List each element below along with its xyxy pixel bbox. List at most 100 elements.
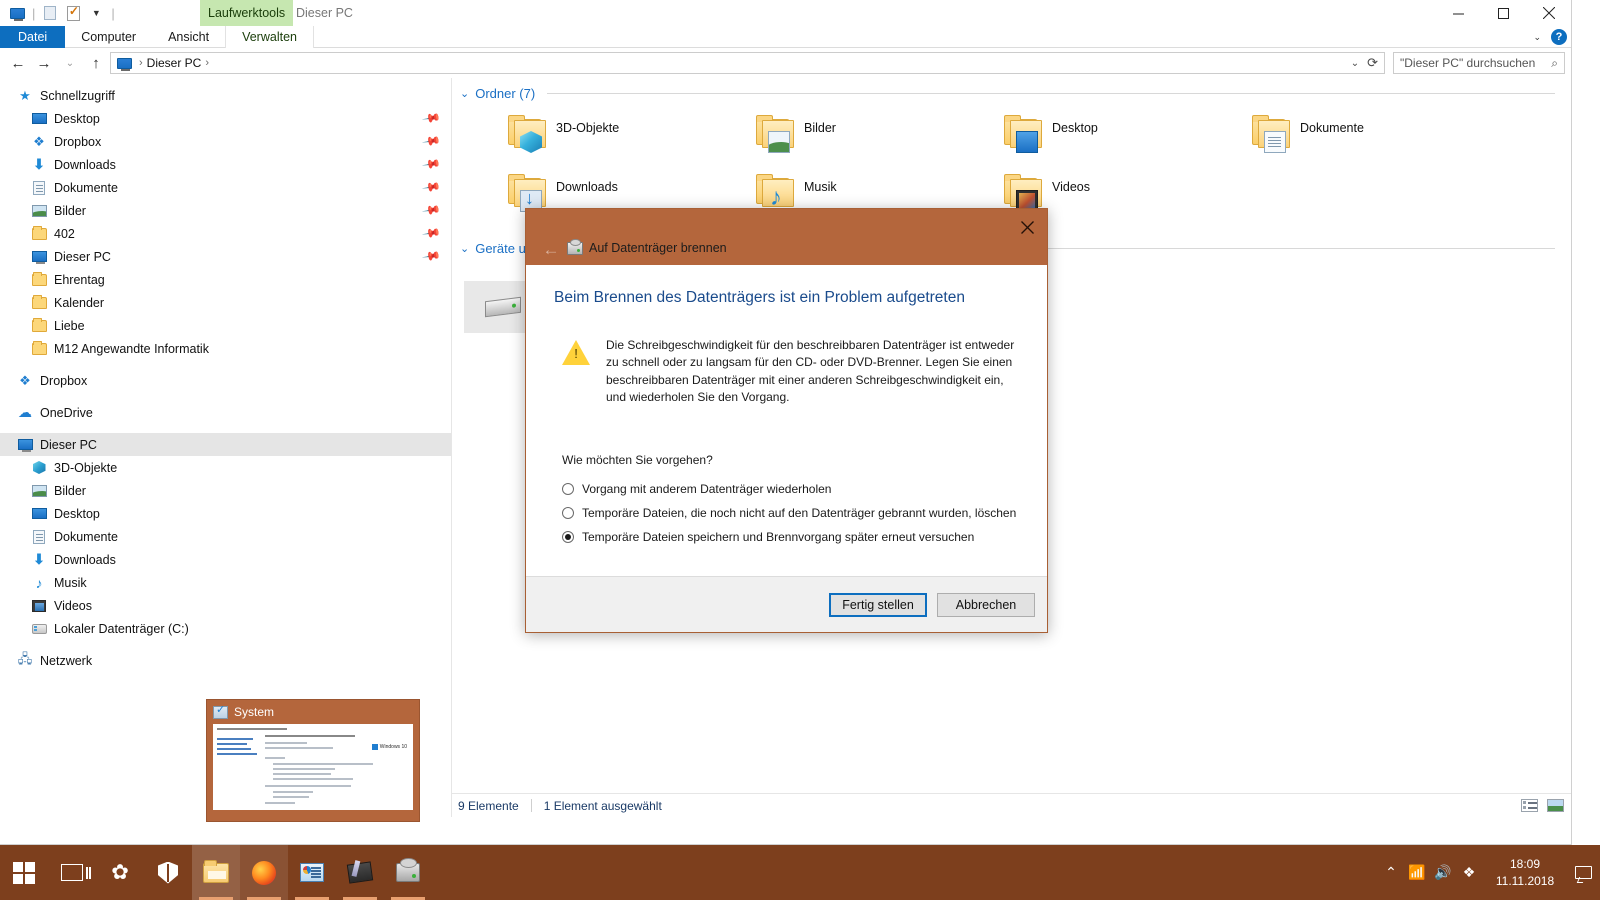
sidebar-item-kalender[interactable]: Kalender xyxy=(0,291,451,314)
dropbox-icon[interactable]: ❖ xyxy=(1456,845,1482,900)
pin-icon[interactable]: 📌 xyxy=(421,223,441,243)
sidebar-item-3d-objekte[interactable]: 3D-Objekte xyxy=(0,456,451,479)
sidebar-item-402[interactable]: 402 📌 xyxy=(0,222,451,245)
clock[interactable]: 18:09 11.11.2018 xyxy=(1482,845,1568,900)
start-button[interactable] xyxy=(0,845,48,900)
new-folder-icon[interactable] xyxy=(64,4,82,22)
tab-datei[interactable]: Datei xyxy=(0,26,65,48)
shield-icon xyxy=(158,862,178,884)
folder-tile-bilder[interactable]: Bilder xyxy=(750,107,998,166)
dialog-heading: Beim Brennen des Datenträgers ist ein Pr… xyxy=(554,289,1019,307)
sidebar-item-desktop-pc[interactable]: Desktop xyxy=(0,502,451,525)
notification-button[interactable] xyxy=(1568,845,1598,900)
sidebar-item-dieser-pc-qa[interactable]: Dieser PC 📌 xyxy=(0,245,451,268)
system-tray: ⌃ 📶 🔊 ❖ 18:09 11.11.2018 xyxy=(1378,845,1600,900)
radio-option-delete-temp-files[interactable]: Temporäre Dateien, die noch nicht auf de… xyxy=(554,501,1019,525)
search-icon[interactable]: ⌕ xyxy=(1551,56,1558,71)
radio-button[interactable] xyxy=(562,507,574,519)
tab-ansicht[interactable]: Ansicht xyxy=(152,26,225,48)
chevron-down-icon[interactable]: ⌄ xyxy=(460,242,469,255)
taskbar-thumbnail-preview[interactable]: System Windows 10 xyxy=(206,699,420,822)
defender-button[interactable] xyxy=(144,845,192,900)
sidebar-item-desktop[interactable]: Desktop 📌 xyxy=(0,107,451,130)
sidebar-item-musik[interactable]: ♪ Musik xyxy=(0,571,451,594)
presentation-button[interactable] xyxy=(288,845,336,900)
sidebar-item-dropbox[interactable]: ❖ Dropbox 📌 xyxy=(0,130,451,153)
back-arrow-icon[interactable]: ← xyxy=(540,240,562,260)
close-icon[interactable] xyxy=(1013,215,1041,239)
notes-button[interactable] xyxy=(336,845,384,900)
wifi-icon[interactable]: 📶 xyxy=(1404,845,1430,900)
chevron-up-icon[interactable]: ⌃ xyxy=(1378,845,1404,900)
properties-icon[interactable] xyxy=(41,4,59,22)
folder-tile-label: Musik xyxy=(804,170,837,194)
contextual-tab-group: Laufwerktools xyxy=(200,0,293,26)
up-arrow-icon[interactable]: ↑ xyxy=(84,51,108,75)
sidebar-item-dokumente-pc[interactable]: Dokumente xyxy=(0,525,451,548)
breadcrumb-separator-2[interactable]: › xyxy=(205,57,209,69)
radio-option-retry-other-disc[interactable]: Vorgang mit anderem Datenträger wiederho… xyxy=(554,477,1019,501)
sidebar-item-label: Lokaler Datenträger (C:) xyxy=(54,622,189,636)
pin-icon[interactable]: 📌 xyxy=(421,108,441,128)
refresh-icon[interactable]: ⟳ xyxy=(1367,55,1378,71)
sidebar-item-onedrive[interactable]: ☁ OneDrive xyxy=(0,401,451,424)
sidebar-item-label: OneDrive xyxy=(40,406,93,420)
folder-tile-3d-objekte[interactable]: 3D-Objekte xyxy=(502,107,750,166)
pin-icon[interactable]: 📌 xyxy=(421,246,441,266)
customize-caret-icon[interactable]: ▼ xyxy=(87,4,105,22)
tab-verwalten[interactable]: Verwalten xyxy=(225,26,314,48)
sidebar-item-bilder-pc[interactable]: Bilder xyxy=(0,479,451,502)
pin-icon[interactable]: 📌 xyxy=(421,177,441,197)
sidebar-item-dropbox-root[interactable]: ❖ Dropbox xyxy=(0,369,451,392)
address-field[interactable]: › Dieser PC › ⌄ ⟳ xyxy=(110,52,1385,74)
sidebar-item-label: M12 Angewandte Informatik xyxy=(54,342,209,356)
large-icons-view-icon[interactable] xyxy=(1546,797,1565,814)
settings-button[interactable]: ✿ xyxy=(96,845,144,900)
sidebar-item-netzwerk[interactable]: 🖧 Netzwerk xyxy=(0,649,451,672)
sidebar-item-dieser-pc[interactable]: Dieser PC xyxy=(0,433,451,456)
folder-tile-desktop[interactable]: Desktop xyxy=(998,107,1246,166)
task-view-button[interactable] xyxy=(48,845,96,900)
help-icon[interactable]: ? xyxy=(1551,29,1567,45)
sidebar-item-label: Kalender xyxy=(54,296,104,310)
radio-option-save-temp-files[interactable]: Temporäre Dateien speichern und Brennvor… xyxy=(554,525,1019,549)
pin-icon[interactable]: 📌 xyxy=(421,200,441,220)
sidebar-item-dokumente[interactable]: Dokumente 📌 xyxy=(0,176,451,199)
search-input[interactable]: "Dieser PC" durchsuchen ⌕ xyxy=(1393,52,1565,74)
radio-button[interactable] xyxy=(562,483,574,495)
pin-icon[interactable]: 📌 xyxy=(421,154,441,174)
finish-button[interactable]: Fertig stellen xyxy=(829,593,927,617)
folder-tile-label: Dokumente xyxy=(1300,111,1364,135)
sidebar-item-schnellzugriff[interactable]: ★ Schnellzugriff xyxy=(0,84,451,107)
minimize-button[interactable] xyxy=(1436,0,1481,26)
chevron-down-icon[interactable]: ⌄ xyxy=(1533,32,1541,43)
address-dropdown-icon[interactable]: ⌄ xyxy=(1351,58,1359,69)
radio-button[interactable] xyxy=(562,531,574,543)
file-explorer-button[interactable] xyxy=(192,845,240,900)
sidebar-item-videos[interactable]: Videos xyxy=(0,594,451,617)
folder-icon xyxy=(30,340,48,358)
details-view-icon[interactable] xyxy=(1520,797,1539,814)
firefox-button[interactable] xyxy=(240,845,288,900)
group-header-ordner[interactable]: ⌄ Ordner (7) xyxy=(452,78,1571,101)
pin-icon[interactable]: 📌 xyxy=(421,131,441,151)
sidebar-item-bilder[interactable]: Bilder 📌 xyxy=(0,199,451,222)
speaker-icon[interactable]: 🔊 xyxy=(1430,845,1456,900)
breadcrumb-dieser-pc[interactable]: Dieser PC xyxy=(147,56,202,70)
sidebar-item-liebe[interactable]: Liebe xyxy=(0,314,451,337)
sidebar-item-lokaler-datentraeger[interactable]: Lokaler Datenträger (C:) xyxy=(0,617,451,640)
disc-burner-button[interactable] xyxy=(384,845,432,900)
back-arrow-icon[interactable]: ← xyxy=(6,51,30,75)
sidebar-item-ehrentag[interactable]: Ehrentag xyxy=(0,268,451,291)
maximize-button[interactable] xyxy=(1481,0,1526,26)
folder-tile-dokumente[interactable]: Dokumente xyxy=(1246,107,1494,166)
tab-computer[interactable]: Computer xyxy=(65,26,152,48)
sidebar-item-downloads-pc[interactable]: ⬇ Downloads xyxy=(0,548,451,571)
recent-locations-icon[interactable]: ⌄ xyxy=(58,51,82,75)
sidebar-item-m12[interactable]: M12 Angewandte Informatik xyxy=(0,337,451,360)
close-button[interactable] xyxy=(1526,0,1571,26)
forward-arrow-icon[interactable]: → xyxy=(32,51,56,75)
chevron-down-icon[interactable]: ⌄ xyxy=(460,87,469,100)
sidebar-item-downloads[interactable]: ⬇ Downloads 📌 xyxy=(0,153,451,176)
cancel-button[interactable]: Abbrechen xyxy=(937,593,1035,617)
